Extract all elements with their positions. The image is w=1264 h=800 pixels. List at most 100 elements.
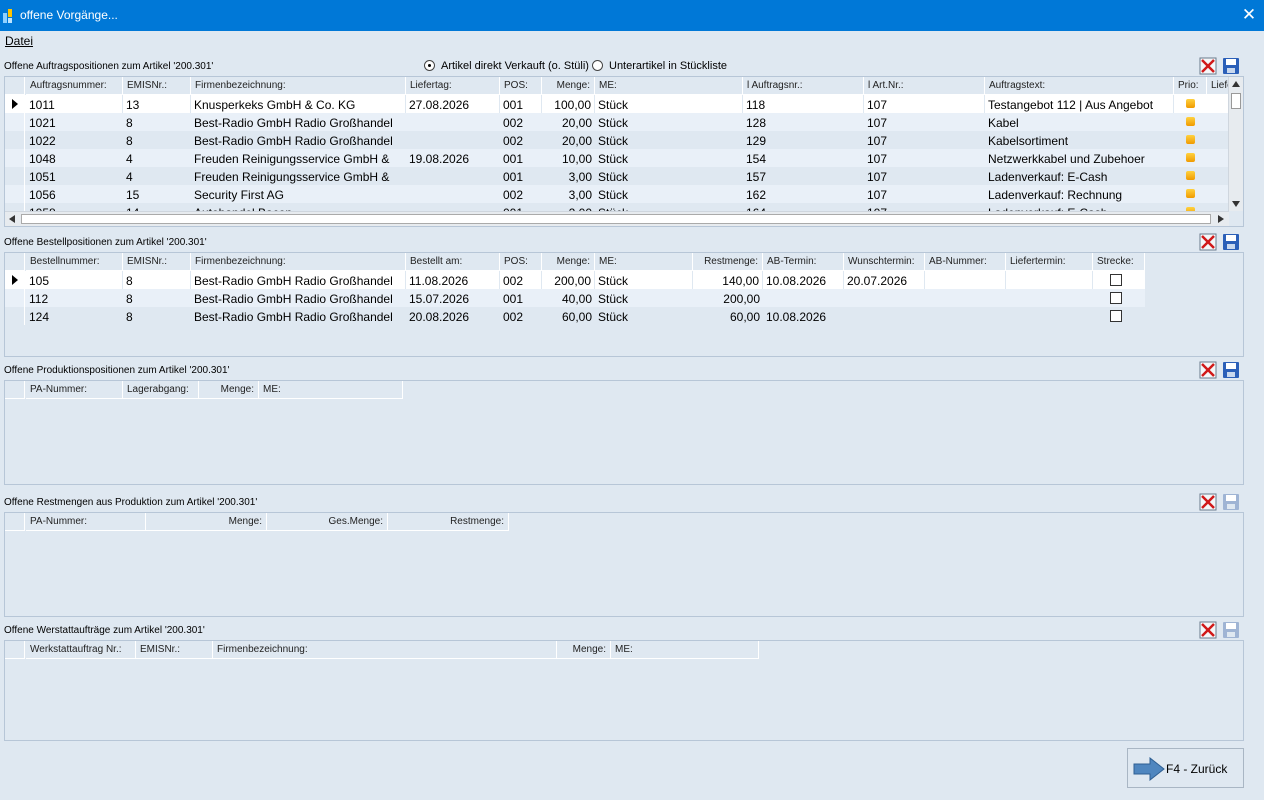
col-header-wunschtermin[interactable]: Wunschtermin: [844, 253, 925, 271]
menu-file[interactable]: Datei [5, 34, 33, 48]
save-layout-icon[interactable] [1222, 621, 1240, 639]
scroll-thumb-horizontal[interactable] [21, 214, 1211, 224]
cell-pos: 001 [503, 152, 524, 166]
col-header-menge[interactable]: Menge: [542, 253, 595, 271]
col-header-emisnr[interactable]: EMISNr.: [136, 641, 213, 659]
col-header-pa-nummer[interactable]: PA-Nummer: [26, 513, 146, 531]
row-indicator [5, 185, 25, 203]
table-row[interactable]: 1051 4 Freuden Reinigungsservice GmbH & … [5, 167, 1229, 185]
col-header-pa-nummer[interactable]: PA-Nummer: [26, 381, 123, 399]
strecke-checkbox[interactable] [1110, 274, 1122, 286]
cell-liefertag [406, 131, 500, 149]
delete-layout-icon[interactable] [1199, 361, 1217, 379]
row-indicator [5, 289, 25, 307]
col-header-emisnr[interactable]: EMISNr.: [123, 253, 191, 271]
col-header-menge[interactable]: Menge: [199, 381, 259, 399]
cell-firma: Security First AG [194, 188, 285, 202]
right-arrow-icon [1133, 757, 1165, 781]
strecke-checkbox[interactable] [1110, 292, 1122, 304]
cell-menge: 100,00 [542, 95, 595, 113]
horizontal-scrollbar[interactable] [5, 211, 1229, 226]
col-header-liefertermin[interactable]: Liefertermin: [1006, 253, 1093, 271]
col-header-me[interactable]: ME: [595, 253, 693, 271]
delete-layout-icon[interactable] [1199, 621, 1217, 639]
delete-layout-icon[interactable] [1199, 57, 1217, 75]
col-header-restmenge[interactable]: Restmenge: [388, 513, 509, 531]
table-row[interactable]: 1048 4 Freuden Reinigungsservice GmbH & … [5, 149, 1229, 167]
table-row[interactable]: 124 8 Best-Radio GmbH Radio Großhandel 2… [5, 307, 1145, 325]
table-row[interactable]: 105 8 Best-Radio GmbH Radio Großhandel 1… [5, 271, 1145, 289]
remaining-section-title: Offene Restmengen aus Produktion zum Art… [4, 497, 258, 508]
cell-me: Stück [598, 292, 629, 306]
save-layout-icon[interactable] [1222, 57, 1240, 75]
radio-subarticle[interactable] [592, 60, 603, 71]
strecke-checkbox[interactable] [1110, 310, 1122, 322]
cell-auftragstext: Netzwerkkabel und Zubehoer [988, 152, 1145, 166]
col-header-restmenge[interactable]: Restmenge: [693, 253, 763, 271]
cell-emisnr: 15 [126, 188, 140, 202]
prio-icon [1186, 117, 1195, 126]
delete-layout-icon[interactable] [1199, 233, 1217, 251]
col-header-prio[interactable]: Prio: [1174, 77, 1207, 95]
col-header-liefertag[interactable]: Liefertag: [406, 77, 500, 95]
scroll-thumb[interactable] [1231, 93, 1241, 109]
col-header-ab-nummer[interactable]: AB-Nummer: [925, 253, 1006, 271]
delete-layout-icon[interactable] [1199, 493, 1217, 511]
back-button[interactable]: F4 - Zurück [1127, 748, 1244, 788]
cell-pos: 002 [503, 134, 524, 148]
cell-pos: 001 [503, 170, 524, 184]
col-header-pos[interactable]: POS: [500, 253, 542, 271]
window-title: offene Vorgänge... [20, 8, 118, 22]
scroll-up-icon[interactable] [1232, 81, 1240, 87]
table-row[interactable]: 1022 8 Best-Radio GmbH Radio Großhandel … [5, 131, 1229, 149]
col-header-pos[interactable]: POS: [500, 77, 542, 95]
cell-firma: Best-Radio GmbH Radio Großhandel [194, 116, 393, 130]
row-indicator [5, 149, 25, 167]
save-layout-icon[interactable] [1222, 361, 1240, 379]
col-header-menge[interactable]: Menge: [146, 513, 267, 531]
col-header-firmenbezeichnung[interactable]: Firmenbezeichnung: [191, 77, 406, 95]
scroll-right-icon[interactable] [1218, 215, 1224, 223]
col-header-bestellnummer[interactable]: Bestellnummer: [26, 253, 123, 271]
cell-liefertag: 27.08.2026 [406, 95, 500, 113]
scroll-left-icon[interactable] [9, 215, 15, 223]
col-header-strecke[interactable]: Strecke: [1093, 253, 1145, 271]
table-row[interactable]: 112 8 Best-Radio GmbH Radio Großhandel 1… [5, 289, 1145, 307]
row-indicator-header [5, 513, 25, 531]
col-header-menge[interactable]: Menge: [542, 77, 595, 95]
col-header-lagerabgang[interactable]: Lagerabgang: [123, 381, 199, 399]
col-header-menge[interactable]: Menge: [557, 641, 611, 659]
col-header-ab-termin[interactable]: AB-Termin: [763, 253, 844, 271]
radio-direct-sale[interactable] [424, 60, 435, 71]
col-header-me[interactable]: ME: [595, 77, 743, 95]
scroll-down-icon[interactable] [1232, 201, 1240, 207]
cell-artnr: 107 [867, 116, 888, 130]
cell-auftragstext: Ladenverkauf: E-Cash [988, 170, 1108, 184]
close-button[interactable]: ✕ [1234, 0, 1264, 31]
col-header-emisnr[interactable]: EMISNr.: [123, 77, 191, 95]
col-header-auftragsnummer[interactable]: Auftragsnummer: [26, 77, 123, 95]
save-layout-icon[interactable] [1222, 233, 1240, 251]
save-layout-icon[interactable] [1222, 493, 1240, 511]
col-header-werkstattauftrag-nr[interactable]: Werkstattauftrag Nr.: [26, 641, 136, 659]
cell-ab-termin: 10.08.2026 [766, 310, 827, 324]
col-header-me[interactable]: ME: [259, 381, 403, 399]
col-header-liefer[interactable]: Liefer [1207, 77, 1229, 95]
table-row[interactable]: 1011 13 Knusperkeks GmbH & Co. KG 27.08.… [5, 95, 1229, 113]
col-header-auftragstext[interactable]: Auftragstext: [985, 77, 1174, 95]
col-header-me[interactable]: ME: [611, 641, 759, 659]
col-header-firmenbezeichnung[interactable]: Firmenbezeichnung: [191, 253, 406, 271]
col-header-gesmenge[interactable]: Ges.Menge: [267, 513, 388, 531]
cell-emisnr: 4 [126, 152, 133, 166]
cell-artnr: 107 [867, 188, 888, 202]
col-header-firmenbezeichnung[interactable]: Firmenbezeichnung: [213, 641, 557, 659]
table-row[interactable]: 1056 15 Security First AG 002 3,00 Stück… [5, 185, 1229, 203]
col-header-auftragsnr[interactable]: l Auftragsnr.: [743, 77, 864, 95]
cell-restmenge: 60,00 [729, 310, 760, 324]
vertical-scrollbar[interactable] [1228, 77, 1243, 211]
col-header-artnr[interactable]: l Art.Nr.: [864, 77, 985, 95]
row-indicator [5, 271, 25, 289]
cell-auftragsnummer: 1051 [29, 170, 56, 184]
col-header-bestellt-am[interactable]: Bestellt am: [406, 253, 500, 271]
table-row[interactable]: 1021 8 Best-Radio GmbH Radio Großhandel … [5, 113, 1229, 131]
